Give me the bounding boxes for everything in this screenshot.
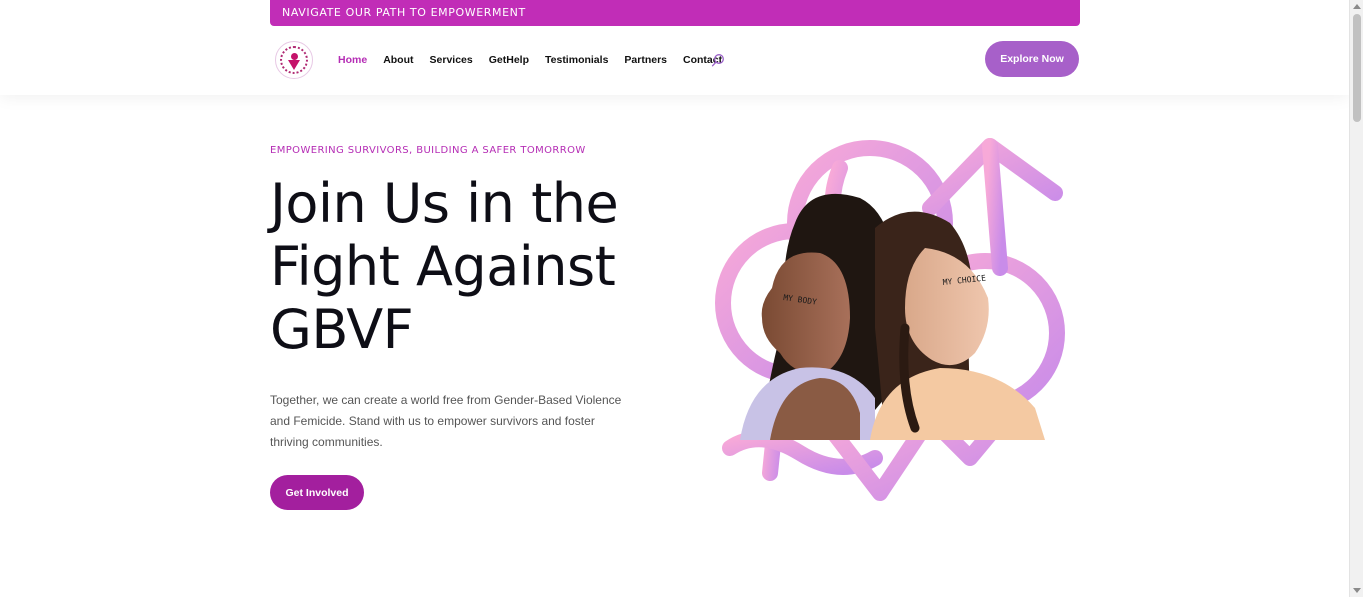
search-icon[interactable] <box>711 53 725 67</box>
logo-person-head <box>291 53 298 60</box>
main-nav: Home About Services GetHelp Testimonials… <box>338 52 738 68</box>
nav-item-testimonials[interactable]: Testimonials <box>545 52 608 68</box>
hero-title-line-1: Join Us in the <box>270 172 619 235</box>
hero-title-line-3: GBVF <box>270 298 414 361</box>
logo-person-body <box>288 60 300 70</box>
page-scrollbar[interactable] <box>1349 0 1363 597</box>
hero-description: Together, we can create a world free fro… <box>270 393 622 449</box>
nav-item-partners[interactable]: Partners <box>624 52 667 68</box>
explore-now-button[interactable]: Explore Now <box>985 41 1079 77</box>
scroll-thumb[interactable] <box>1353 14 1361 122</box>
nav-item-about[interactable]: About <box>383 52 413 68</box>
nav-item-services[interactable]: Services <box>430 52 473 68</box>
site-header: NAVIGATE OUR PATH TO EMPOWERMENT Home Ab… <box>0 0 1349 95</box>
announcement-bar: NAVIGATE OUR PATH TO EMPOWERMENT <box>270 0 1080 26</box>
nav-item-home[interactable]: Home <box>338 52 367 68</box>
hero-title-line-2: Fight Against <box>270 235 616 298</box>
scroll-up-arrow-icon[interactable] <box>1353 4 1361 9</box>
hero-title: Join Us in the Fight Against GBVF <box>270 172 690 361</box>
get-involved-button[interactable]: Get Involved <box>270 475 364 510</box>
hero-eyebrow: EMPOWERING SURVIVORS, BUILDING A SAFER T… <box>270 145 586 156</box>
nav-item-gethelp[interactable]: GetHelp <box>489 52 529 68</box>
hero-image: MY BODY MY CHOICE <box>715 138 1065 501</box>
announcement-text: NAVIGATE OUR PATH TO EMPOWERMENT <box>282 6 526 19</box>
scroll-down-arrow-icon[interactable] <box>1353 588 1361 593</box>
site-logo[interactable] <box>275 41 313 79</box>
